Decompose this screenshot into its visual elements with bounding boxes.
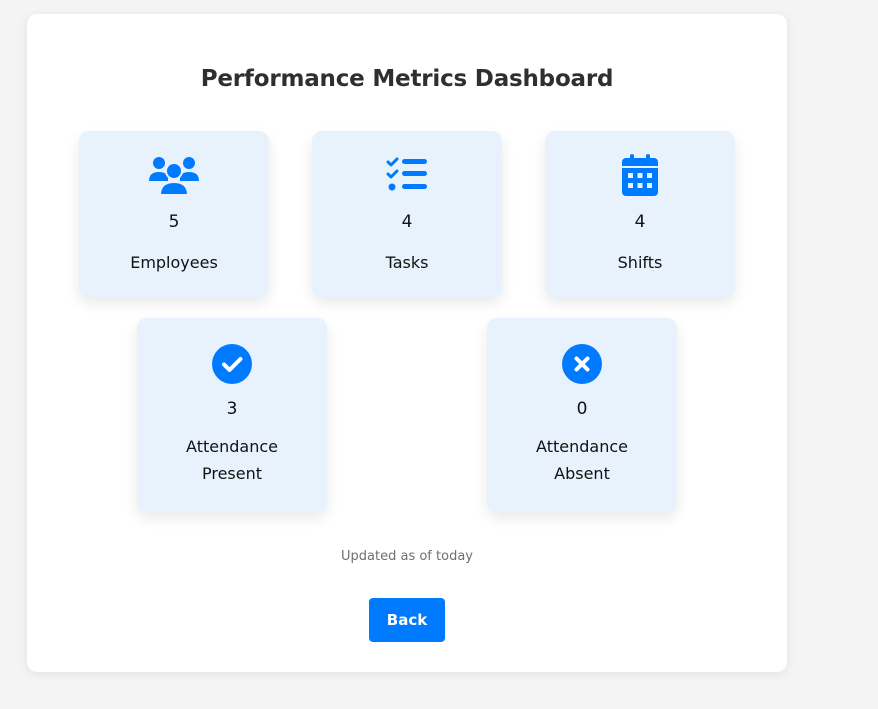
- metric-label-line: Attendance: [186, 437, 278, 456]
- metric-label: Shifts: [617, 253, 663, 272]
- metric-value: 4: [401, 212, 413, 232]
- metric-label-line: Attendance: [536, 437, 628, 456]
- x-circle-icon: [487, 344, 677, 384]
- tasks-list-icon: [312, 153, 502, 197]
- metric-label-line: Present: [201, 464, 263, 483]
- back-button[interactable]: Back: [369, 598, 445, 642]
- metric-label: Tasks: [385, 253, 429, 272]
- metric-label: Attendance Absent: [487, 433, 677, 487]
- metric-value: 4: [634, 212, 646, 232]
- metric-card-tasks: 4 Tasks: [312, 131, 502, 297]
- updated-status-text: Updated as of today: [341, 549, 473, 564]
- metric-value: 3: [226, 399, 238, 419]
- metric-value: 0: [576, 399, 588, 419]
- users-icon: [79, 153, 269, 197]
- check-circle-icon: [137, 344, 327, 384]
- metric-value: 5: [168, 212, 180, 232]
- metric-card-employees: 5 Employees: [79, 131, 269, 297]
- metric-card-attendance-present: 3 Attendance Present: [137, 318, 327, 512]
- metric-label-line: Absent: [554, 464, 610, 483]
- metric-card-shifts: 4 Shifts: [545, 131, 735, 297]
- metric-card-attendance-absent: 0 Attendance Absent: [487, 318, 677, 512]
- calendar-icon: [545, 153, 735, 197]
- page-title: Performance Metrics Dashboard: [200, 66, 614, 92]
- metric-label: Attendance Present: [137, 433, 327, 487]
- dashboard-panel: Performance Metrics Dashboard 5 Employee…: [27, 14, 787, 672]
- metric-label: Employees: [130, 253, 218, 272]
